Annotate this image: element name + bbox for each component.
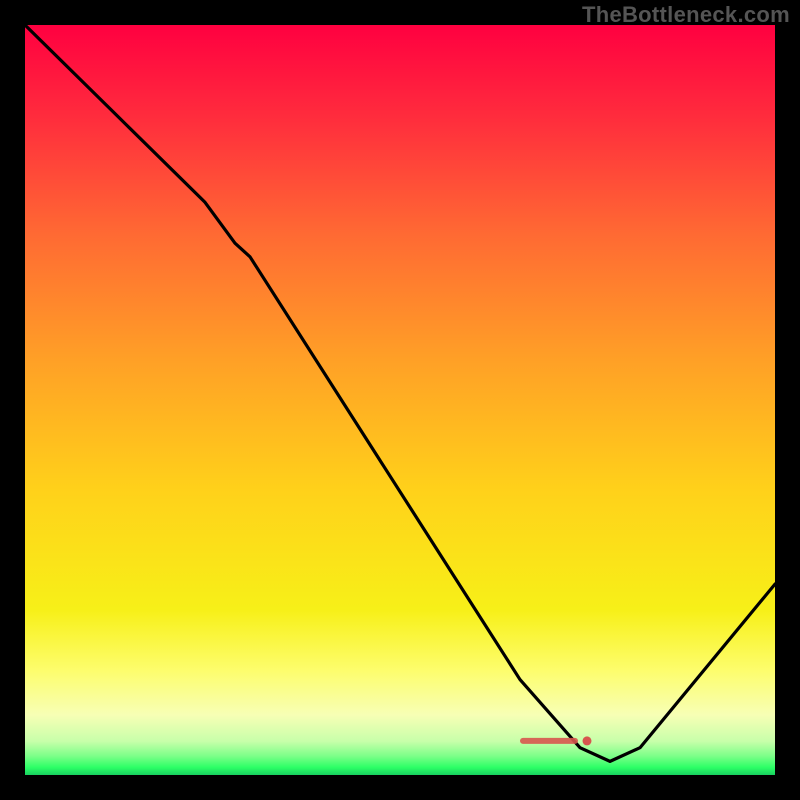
bottleneck-chart: [0, 0, 800, 800]
watermark-text: TheBottleneck.com: [582, 2, 790, 28]
chart-container: TheBottleneck.com: [0, 0, 800, 800]
